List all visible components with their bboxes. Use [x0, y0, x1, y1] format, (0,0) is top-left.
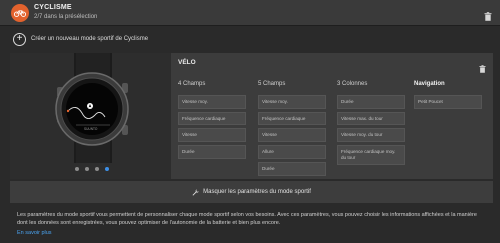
carousel-pagination [75, 167, 109, 171]
field-item[interactable]: Vitesse moy. du tour [337, 128, 405, 143]
sport-title: CYCLISME [34, 4, 72, 11]
bicycle-icon [11, 4, 29, 22]
sport-mode-name: VÉLO [178, 59, 196, 66]
field-item[interactable]: Petit Poucet [414, 95, 482, 109]
field-item[interactable]: Fréquence cardiaque [258, 111, 326, 126]
hide-settings-button[interactable]: Masquer les paramètres du mode sportif [10, 181, 493, 203]
field-item[interactable]: Durée [258, 161, 326, 176]
sport-mode-description: Les paramètres du mode sportif vous perm… [17, 212, 477, 226]
create-sport-mode-label: Créer un nouveau mode sportif de Cyclism… [31, 36, 149, 42]
wrench-icon [192, 183, 199, 201]
field-item[interactable]: Vitesse moy. [178, 95, 246, 109]
field-item[interactable]: Vitesse [258, 128, 326, 143]
watch-image: SUUNTO [55, 53, 129, 163]
display-column-navigation: Navigation Petit Poucet [414, 81, 484, 112]
plus-icon: + [13, 32, 26, 46]
sport-mode-header[interactable]: CYCLISME 2/7 dans la présélection [0, 0, 500, 26]
column-title: 3 Colonnes [337, 81, 368, 87]
trash-icon[interactable] [484, 8, 492, 26]
column-title: 5 Champs [258, 81, 286, 87]
field-item[interactable]: Vitesse max. du tour [337, 111, 405, 126]
display-column-4-fields: 4 Champs Vitesse moy. Fréquence cardiaqu… [178, 81, 248, 162]
column-title: Navigation [414, 81, 445, 87]
carousel-dot[interactable] [95, 167, 99, 171]
hide-settings-label: Masquer les paramètres du mode sportif [203, 189, 311, 195]
display-column-3-columns: 3 Colonnes Durée Vitesse max. du tour Vi… [337, 81, 407, 168]
watch-brand: SUUNTO [84, 127, 98, 131]
carousel-dot[interactable] [75, 167, 79, 171]
field-item[interactable]: Fréquence cardiaque [178, 111, 246, 126]
create-sport-mode-button[interactable]: + Créer un nouveau mode sportif de Cycli… [13, 32, 148, 46]
field-item[interactable]: Vitesse [178, 128, 246, 143]
learn-more-link[interactable]: En savoir plus [17, 230, 52, 236]
display-column-5-fields: 5 Champs Vitesse moy. Fréquence cardiaqu… [258, 81, 328, 179]
sport-mode-config-panel: VÉLO 4 Champs Vitesse moy. Fréquence car… [171, 53, 493, 179]
field-item[interactable]: Vitesse moy. [258, 95, 326, 109]
preselection-count: 2/7 dans la présélection [34, 14, 98, 20]
column-title: 4 Champs [178, 81, 206, 87]
field-item[interactable]: Fréquence cardiaque moy. du tour [337, 145, 405, 165]
field-item[interactable]: Allure [258, 145, 326, 159]
field-item[interactable]: Durée [337, 95, 405, 109]
field-item[interactable]: Durée [178, 145, 246, 159]
trash-icon[interactable] [479, 60, 486, 78]
watch-preview-panel: SUUNTO [10, 53, 171, 179]
carousel-dot-active[interactable] [105, 167, 109, 171]
carousel-dot[interactable] [85, 167, 89, 171]
